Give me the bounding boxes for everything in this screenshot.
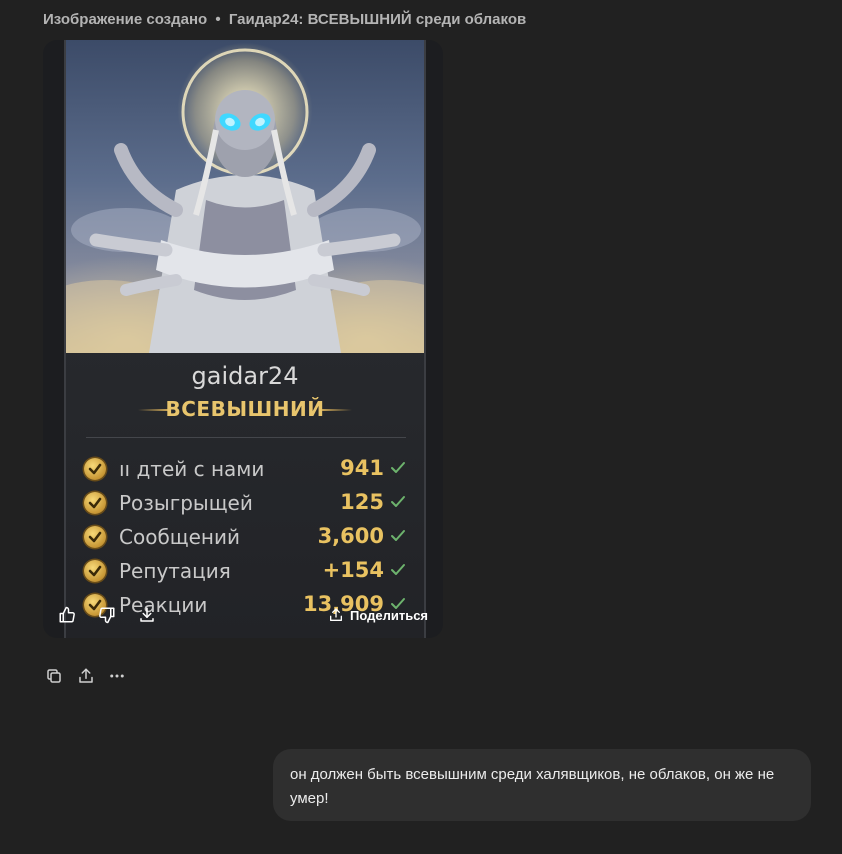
gold-check-icon <box>84 492 106 514</box>
card-divider <box>86 437 406 438</box>
stat-label: ıı дтей с нами <box>119 457 265 481</box>
card-rank-row: ВСЕВЫШНИЙ <box>66 397 424 423</box>
card-artwork <box>66 40 424 353</box>
more-icon[interactable] <box>106 664 128 688</box>
profile-card: gaidar24 ВСЕВЫШНИЙ ıı дтей с нами 941 Ро… <box>64 40 426 638</box>
stat-row: ıı дтей с нами 941 <box>84 456 406 486</box>
rank-divider-right <box>322 409 352 411</box>
user-message-bubble: он должен быть всевышним среди халявщико… <box>273 749 811 821</box>
stat-value: 3,600 <box>317 524 384 548</box>
green-check-icon <box>391 462 405 473</box>
card-username: gaidar24 <box>191 362 299 390</box>
green-check-icon <box>391 496 405 507</box>
thumbs-up-icon[interactable] <box>56 604 78 626</box>
share-label: Поделиться <box>350 607 429 623</box>
share-button[interactable]: Поделиться <box>328 604 428 626</box>
message-action-bar <box>43 664 163 688</box>
share-icon[interactable] <box>75 664 97 688</box>
caption-separator: • <box>215 11 221 28</box>
stat-label: Розыгрыщей <box>119 491 253 515</box>
stat-label: Репутация <box>119 559 231 583</box>
gold-check-icon <box>84 526 106 548</box>
alien-deity-illustration <box>66 48 424 353</box>
caption-prefix: Изображение создано <box>43 11 208 28</box>
thumbs-down-icon[interactable] <box>96 604 118 626</box>
stat-label: Сообщений <box>119 525 240 549</box>
download-icon[interactable] <box>136 604 158 626</box>
stat-value: +154 <box>322 558 384 582</box>
gold-check-icon <box>84 560 106 582</box>
green-check-icon <box>391 564 405 575</box>
user-message-text: он должен быть всевышним среди халявщико… <box>290 766 775 807</box>
share-icon <box>330 608 342 621</box>
generated-image[interactable]: gaidar24 ВСЕВЫШНИЙ ıı дтей с нами 941 Ро… <box>43 40 443 638</box>
card-rank: ВСЕВЫШНИЙ <box>165 397 325 421</box>
gold-check-icon <box>84 458 106 480</box>
caption-title: Гаидар24: ВСЕВЫШНИЙ среди облаков <box>228 11 527 28</box>
stat-row: Репутация +154 <box>84 558 406 588</box>
stat-value: 941 <box>340 456 384 480</box>
image-action-bar: Поделиться <box>43 602 443 632</box>
stat-row: Сообщений 3,600 <box>84 524 406 554</box>
copy-icon[interactable] <box>43 664 65 688</box>
stat-row: Розыгрыщей 125 <box>84 490 406 520</box>
green-check-icon <box>391 530 405 541</box>
image-caption: Изображение создано • Гаидар24: ВСЕВЫШНИ… <box>43 11 526 28</box>
stat-value: 125 <box>340 490 384 514</box>
